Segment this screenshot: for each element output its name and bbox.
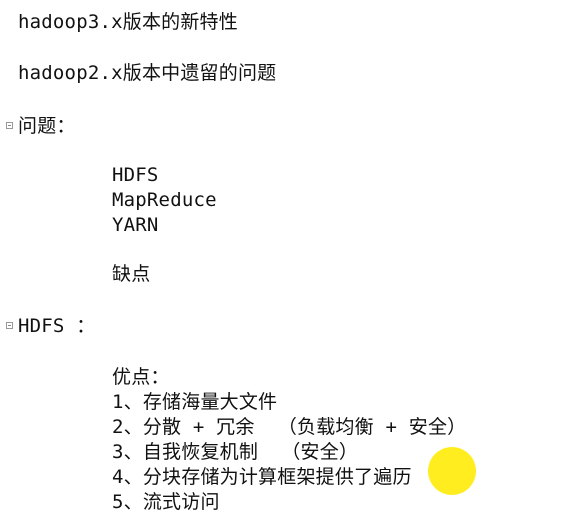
list-item-hdfs: HDFS xyxy=(112,164,159,186)
cursor-highlight xyxy=(428,447,476,495)
advantage-item-4: 4、分块存储为计算框架提供了遍历 xyxy=(112,465,412,489)
advantage-item-1: 1、存储海量大文件 xyxy=(112,391,278,413)
heading-hadoop2-problems: hadoop2.x版本中遗留的问题 xyxy=(18,62,277,84)
list-item-yarn: YARN xyxy=(112,214,159,236)
advantages-label: 优点： xyxy=(112,366,170,388)
advantage-item-4-text: 4、分块存储为计算框架提供了 xyxy=(112,466,374,488)
highlighted-word: 遍历 xyxy=(373,466,412,488)
fold-toggle-icon[interactable] xyxy=(6,322,13,329)
drawback-label: 缺点 xyxy=(112,263,151,285)
advantage-item-5: 5、流式访问 xyxy=(112,491,220,513)
list-item-mapreduce: MapReduce xyxy=(112,189,217,211)
heading-hadoop3-features: hadoop3.x版本的新特性 xyxy=(18,11,238,33)
fold-toggle-icon[interactable] xyxy=(6,122,13,129)
hdfs-section-label: HDFS ： xyxy=(18,315,96,337)
problem-label: 问题： xyxy=(18,115,76,137)
advantage-item-2: 2、分散 + 冗余 （负载均衡 + 安全） xyxy=(112,416,467,438)
advantage-item-3: 3、自我恢复机制 （安全） xyxy=(112,441,359,463)
